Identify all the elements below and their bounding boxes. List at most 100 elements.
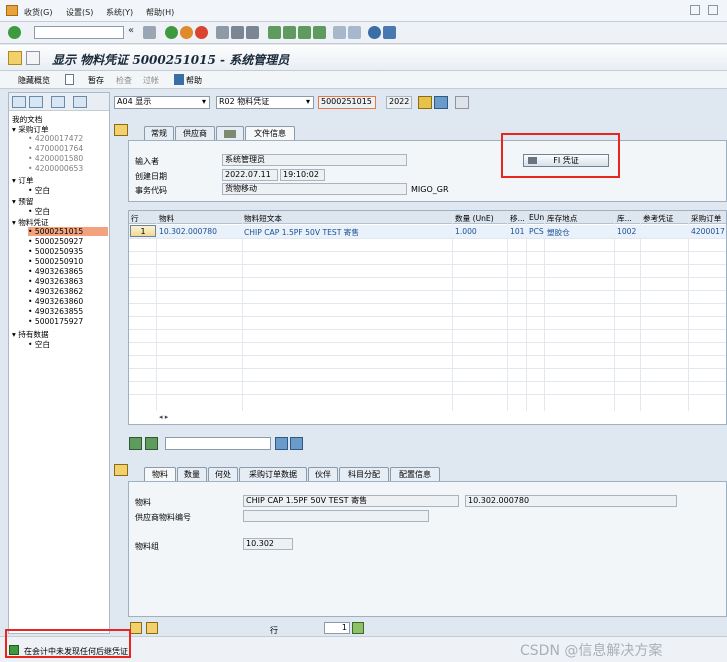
collapse-icon[interactable] <box>29 96 43 108</box>
tab-partner-icon[interactable] <box>216 126 244 140</box>
table-row[interactable]: 1 10.302.000780 CHIP CAP 1.5PF 50V TEST … <box>129 225 726 238</box>
delete-icon[interactable] <box>51 96 65 108</box>
tree-item[interactable]: • 空白 <box>28 206 50 217</box>
layout-menu-icon[interactable] <box>383 26 396 39</box>
tab-quantity[interactable]: 数量 <box>177 467 207 481</box>
tab-where[interactable]: 何处 <box>208 467 238 481</box>
enter-check-icon[interactable] <box>8 26 21 39</box>
page-title: 显示 物料凭证 5000251015 - 系统管理员 <box>52 53 290 67</box>
tree-item[interactable]: • 空白 <box>28 185 50 196</box>
col-short-text: 物料短文本 <box>244 214 282 223</box>
year-field[interactable]: 2022 <box>386 96 412 109</box>
menu-settings[interactable]: 设置(S) <box>66 7 93 18</box>
next-item-icon[interactable] <box>146 622 158 634</box>
tab-config-info[interactable]: 配置信息 <box>390 467 440 481</box>
vendor-material-label: 供应商物料编号 <box>135 513 191 522</box>
items-table: 行 物料 物料短文本 数量 (UnE) 移... EUn 库存地点 库... 参… <box>128 210 727 425</box>
tree-item[interactable]: • 4903263865 <box>28 267 83 276</box>
window-close-icon[interactable] <box>708 5 718 15</box>
search-binoculars-icon[interactable] <box>434 96 448 109</box>
cancel-icon[interactable] <box>195 26 208 39</box>
menu-help[interactable]: 帮助(H) <box>146 7 174 18</box>
help-icon[interactable] <box>368 26 381 39</box>
new-document-icon[interactable] <box>65 74 74 85</box>
shortcut-icon[interactable] <box>348 26 361 39</box>
tab-doc-info[interactable]: 文件信息 <box>245 126 295 140</box>
execute-icon[interactable] <box>418 96 432 109</box>
find-icon[interactable] <box>231 26 244 39</box>
print-icon[interactable] <box>216 26 229 39</box>
row-number-button[interactable]: 1 <box>130 225 156 237</box>
tab-general[interactable]: 常规 <box>144 126 174 140</box>
new-session-icon[interactable] <box>333 26 346 39</box>
hold-button[interactable]: 暂存 <box>88 75 104 86</box>
action-select[interactable]: A04 显示 ▾ <box>114 96 210 109</box>
select-all-icon[interactable] <box>129 437 142 450</box>
col-movement: 移... <box>510 214 525 223</box>
tab-partner[interactable]: 伙伴 <box>308 467 338 481</box>
next-page-icon[interactable] <box>298 26 311 39</box>
tree-item[interactable]: • 4200001580 <box>28 154 83 163</box>
table-header: 行 物料 物料短文本 数量 (UnE) 移... EUn 库存地点 库... 参… <box>129 211 726 224</box>
tree-item[interactable]: • 4903263855 <box>28 307 83 316</box>
window-minimize-icon[interactable] <box>690 5 700 15</box>
tree-item[interactable]: • 空白 <box>28 339 50 350</box>
document-number-field[interactable]: 5000251015 <box>318 96 376 109</box>
find-binoculars-icon[interactable] <box>275 437 288 450</box>
fi-button-highlight <box>501 133 620 178</box>
tree-item[interactable]: • 5000175927 <box>28 317 83 326</box>
horizontal-scrollbar[interactable]: ◂ ▸ <box>159 413 199 423</box>
back-icon[interactable] <box>165 26 178 39</box>
cell-purchase-order: 4200017 <box>691 227 725 236</box>
overview-grid-icon[interactable] <box>455 96 469 109</box>
prev-page-icon[interactable] <box>283 26 296 39</box>
tree-item-selected[interactable]: • 5000251015 <box>28 227 108 236</box>
menu-system[interactable]: 系统(Y) <box>106 7 133 18</box>
toggle-header-icon[interactable] <box>114 124 128 136</box>
tab-po-data[interactable]: 采购订单数据 <box>239 467 307 481</box>
filter-icon[interactable] <box>145 437 158 450</box>
sap-menu-icon[interactable] <box>6 5 18 16</box>
row-number-input[interactable]: 1 <box>324 622 350 634</box>
help-button[interactable]: 帮助 <box>186 75 202 86</box>
tab-vendor[interactable]: 供应商 <box>175 126 215 140</box>
document-icon <box>8 51 22 65</box>
expand-icon[interactable] <box>12 96 26 108</box>
find-next-icon[interactable] <box>246 26 259 39</box>
col-plant: 库... <box>617 214 632 223</box>
tree-item[interactable]: • 5000250910 <box>28 257 83 266</box>
last-page-icon[interactable] <box>313 26 326 39</box>
reference-select[interactable]: R02 物料凭证 ▾ <box>216 96 314 109</box>
close-panel-icon[interactable] <box>73 96 87 108</box>
menu-goods-receipt[interactable]: 收货(G) <box>24 7 52 18</box>
table-search-input[interactable] <box>165 437 271 450</box>
exit-icon[interactable] <box>180 26 193 39</box>
material-group-field: 10.302 <box>243 538 293 550</box>
post-button[interactable]: 过帐 <box>143 75 159 86</box>
previous-item-icon[interactable] <box>130 622 142 634</box>
first-page-icon[interactable] <box>268 26 281 39</box>
hide-overview-button[interactable]: 隐藏概览 <box>18 75 50 86</box>
tree-item[interactable]: • 4700001764 <box>28 144 83 153</box>
back-arrows-icon[interactable]: « <box>128 25 141 38</box>
toggle-detail-icon[interactable] <box>114 464 128 476</box>
tree-item[interactable]: • 4903263863 <box>28 277 83 286</box>
transaction-code-value: MIGO_GR <box>411 185 449 194</box>
find-next-binoculars-icon[interactable] <box>290 437 303 450</box>
tree-item[interactable]: • 5000250927 <box>28 237 83 246</box>
save-icon[interactable] <box>143 26 156 39</box>
command-field[interactable] <box>34 26 124 39</box>
check-button[interactable]: 检查 <box>116 75 132 86</box>
tab-account-assignment[interactable]: 科目分配 <box>339 467 389 481</box>
tree-item[interactable]: • 4200000653 <box>28 164 83 173</box>
cell-quantity: 1.000 <box>455 227 477 236</box>
tree-item[interactable]: • 4200017472 <box>28 134 83 143</box>
tab-material[interactable]: 物料 <box>144 467 176 481</box>
info-icon <box>174 74 184 85</box>
dropdown-icon[interactable] <box>26 51 40 65</box>
tree-item[interactable]: • 5000250935 <box>28 247 83 256</box>
go-to-row-icon[interactable] <box>352 622 364 634</box>
tree-item[interactable]: • 4903263862 <box>28 287 83 296</box>
entered-by-label: 输入者 <box>135 157 159 166</box>
tree-item[interactable]: • 4903263860 <box>28 297 83 306</box>
